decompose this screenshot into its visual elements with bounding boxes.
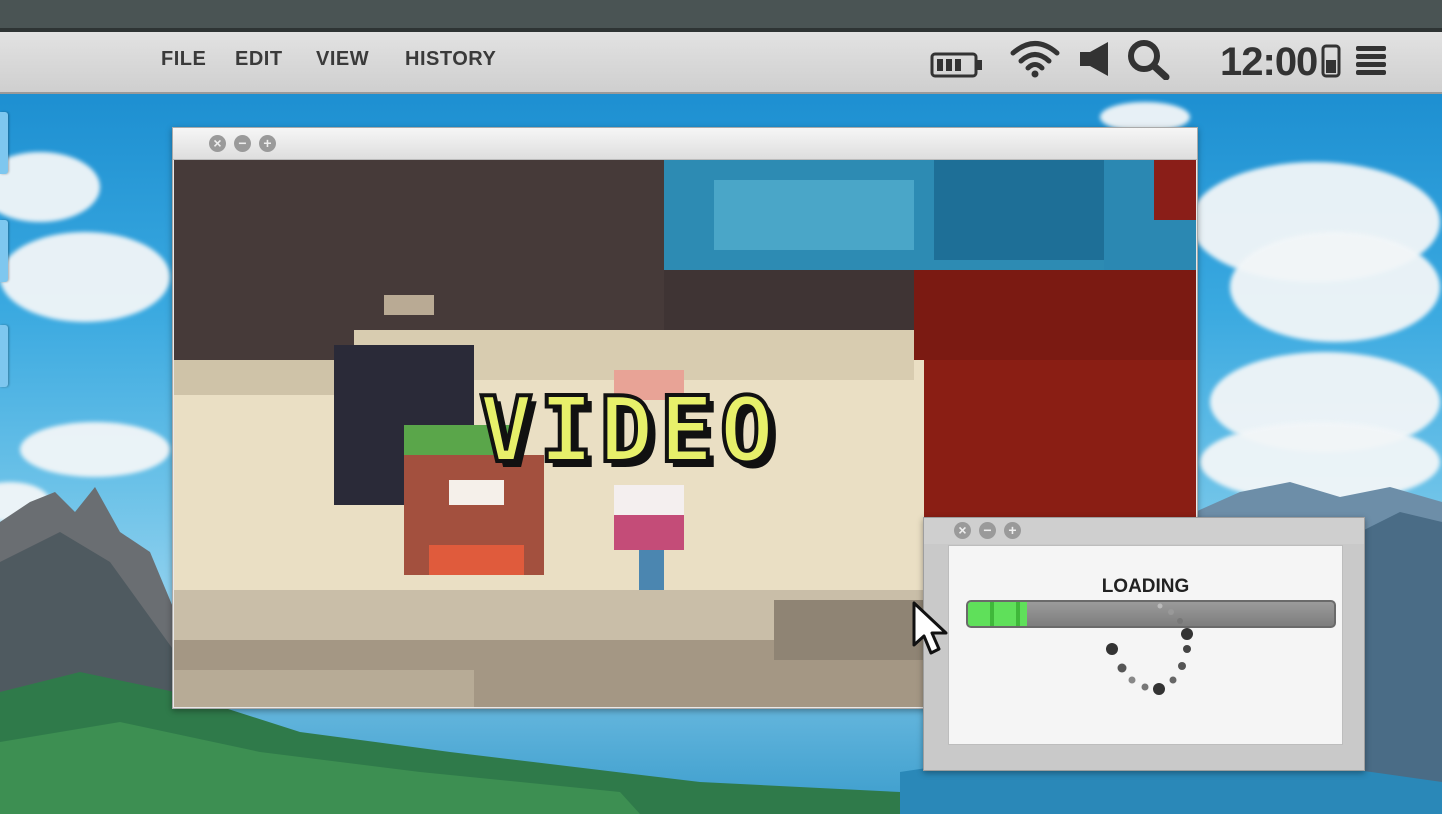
spinner-icon bbox=[1106, 603, 1193, 695]
menu-bar: FILE EDIT VIEW HISTORY 12:00 bbox=[0, 32, 1442, 94]
minimize-icon[interactable]: − bbox=[234, 135, 251, 152]
volume-icon[interactable] bbox=[1078, 40, 1114, 78]
maximize-icon[interactable]: + bbox=[1004, 522, 1021, 539]
minimize-icon[interactable]: − bbox=[979, 522, 996, 539]
desktop-tab[interactable] bbox=[0, 112, 8, 174]
menu-history[interactable]: HISTORY bbox=[405, 48, 496, 71]
wifi-icon[interactable] bbox=[1010, 38, 1060, 78]
clock: 12:00 bbox=[1220, 40, 1318, 84]
battery-icon[interactable] bbox=[930, 52, 984, 78]
loading-panel: LOADING bbox=[948, 545, 1343, 745]
close-icon[interactable]: × bbox=[954, 522, 971, 539]
loading-window: × − + LOADING bbox=[923, 517, 1365, 771]
desktop-tab[interactable] bbox=[0, 325, 8, 387]
top-strip bbox=[0, 0, 1442, 32]
menu-edit[interactable]: EDIT bbox=[235, 48, 283, 71]
video-title-overlay: VIDEO bbox=[477, 376, 780, 485]
desktop-tab[interactable] bbox=[0, 220, 8, 282]
loading-window-titlebar[interactable]: × − + bbox=[924, 518, 1364, 544]
menu-view[interactable]: VIEW bbox=[316, 48, 369, 71]
close-icon[interactable]: × bbox=[209, 135, 226, 152]
mouse-cursor-icon bbox=[912, 601, 948, 655]
search-icon[interactable] bbox=[1126, 38, 1170, 80]
menu-file[interactable]: FILE bbox=[161, 48, 206, 71]
phone-icon[interactable] bbox=[1321, 44, 1341, 78]
maximize-icon[interactable]: + bbox=[259, 135, 276, 152]
menu-icon[interactable] bbox=[1354, 44, 1388, 78]
video-window-titlebar[interactable]: × − + bbox=[173, 128, 1197, 160]
